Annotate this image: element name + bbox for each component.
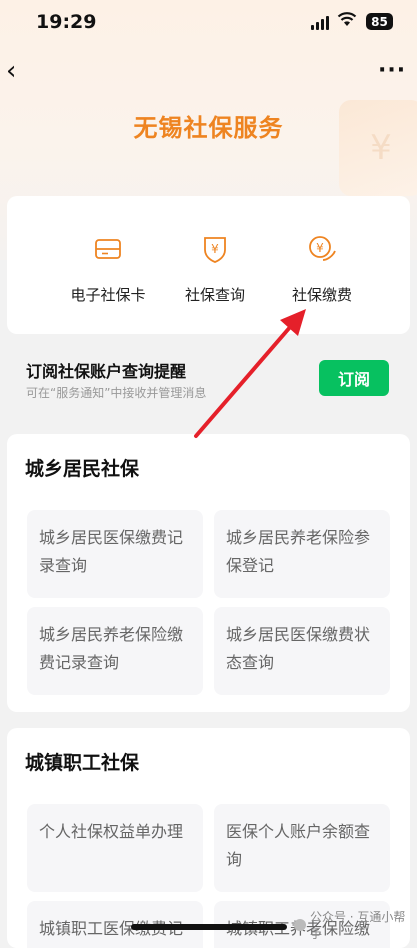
- service-tile[interactable]: 医保个人账户余额查询: [214, 804, 390, 892]
- more-button[interactable]: ···: [378, 56, 406, 86]
- service-tile[interactable]: 城乡居民养老保险参保登记: [214, 510, 390, 598]
- card-icon: [91, 232, 125, 266]
- svg-text:¥: ¥: [211, 242, 219, 256]
- quick-actions-card: 电子社保卡 ¥ 社保查询 ¥ 社保缴费: [7, 196, 410, 334]
- subscribe-button[interactable]: 订阅: [319, 360, 389, 396]
- quick-action-payment[interactable]: ¥ 社保缴费: [257, 232, 387, 305]
- service-tile[interactable]: 城乡居民养老保险缴费记录查询: [27, 607, 203, 695]
- watermark: 公众号 · 互通小帮手: [294, 908, 417, 942]
- section-title: 城乡居民社保: [25, 458, 140, 480]
- wechat-icon: [294, 919, 306, 931]
- yen-pay-icon: ¥: [305, 232, 339, 266]
- shield-yen-icon: ¥: [198, 232, 232, 266]
- status-bar: 19:29 85: [0, 0, 417, 46]
- wifi-icon: [337, 11, 357, 32]
- quick-action-label: 社保缴费: [291, 286, 352, 304]
- section-rural-resident: 城乡居民社保 城乡居民医保缴费记录查询 城乡居民养老保险参保登记 城乡居民养老保…: [7, 434, 410, 712]
- service-tile[interactable]: 个人社保权益单办理: [27, 804, 203, 892]
- service-tile[interactable]: 城乡居民医保缴费状态查询: [214, 607, 390, 695]
- service-tile[interactable]: 城乡居民医保缴费记录查询: [27, 510, 203, 598]
- battery-icon: 85: [366, 13, 393, 30]
- quick-action-label: 电子社保卡: [70, 286, 146, 304]
- section-title: 城镇职工社保: [25, 752, 140, 774]
- status-time: 19:29: [36, 11, 97, 33]
- watermark-text: 公众号 · 互通小帮手: [309, 910, 406, 941]
- home-indicator: [131, 924, 287, 930]
- signal-icon: [311, 16, 329, 30]
- subscribe-banner: 订阅社保账户查询提醒 可在“服务通知”中接收并管理消息 订阅: [0, 344, 417, 424]
- quick-action-label: 社保查询: [184, 286, 245, 304]
- subscribe-description: 可在“服务通知”中接收并管理消息: [26, 386, 207, 400]
- subscribe-title: 订阅社保账户查询提醒: [26, 362, 187, 381]
- page-title: 无锡社保服务: [133, 114, 284, 142]
- back-button[interactable]: ‹: [6, 56, 16, 86]
- svg-text:¥: ¥: [316, 241, 324, 255]
